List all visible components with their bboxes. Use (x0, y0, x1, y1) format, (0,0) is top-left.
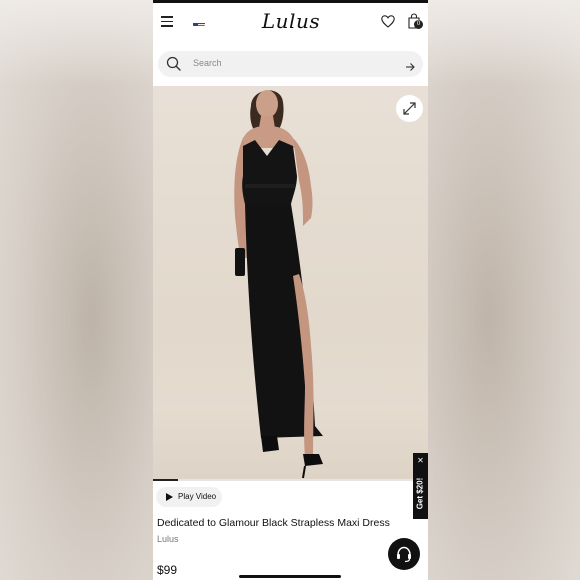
model-in-dress (234, 90, 323, 479)
product-image[interactable] (153, 86, 428, 479)
home-indicator (239, 575, 341, 578)
site-logo[interactable]: Lulus (261, 9, 321, 35)
expand-image-button[interactable] (396, 95, 423, 122)
heart-icon[interactable] (381, 15, 395, 28)
play-icon (166, 493, 173, 501)
background-right (428, 0, 580, 580)
close-icon[interactable]: ✕ (413, 456, 428, 465)
phone-screen: Lulus 0 Search Play Video Dedicated to G… (153, 0, 428, 580)
product-name: Dedicated to Glamour Black Strapless Max… (157, 517, 390, 529)
gallery-progress-track (153, 479, 428, 481)
play-video-label: Play Video (178, 492, 217, 501)
product-price: $99 (157, 563, 178, 577)
search-input[interactable]: Search (193, 58, 222, 68)
background-left (0, 0, 153, 580)
search-bar[interactable]: Search (158, 51, 423, 77)
promo-label[interactable]: Get $20! (416, 469, 425, 519)
play-video-button[interactable]: Play Video (156, 487, 222, 507)
gallery-progress-fill (153, 479, 178, 481)
us-flag-icon[interactable] (193, 18, 205, 26)
hamburger-menu-icon[interactable] (161, 16, 173, 27)
expand-icon (403, 102, 416, 115)
bag-count-badge: 0 (414, 20, 423, 29)
arrow-right-icon[interactable] (405, 59, 415, 71)
product-brand[interactable]: Lulus (157, 534, 179, 544)
chat-button[interactable] (388, 538, 420, 570)
site-header: Lulus 0 (153, 3, 428, 45)
search-icon (166, 56, 182, 72)
chat-headset-icon (397, 546, 411, 563)
promo-tab[interactable]: ✕ Get $20! (413, 453, 428, 519)
